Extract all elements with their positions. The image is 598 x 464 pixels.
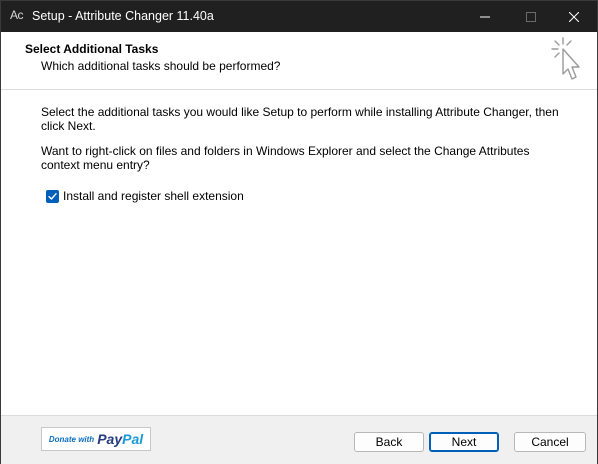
checkmark-icon	[48, 192, 57, 200]
footer-bar: Donate with Pay Pal Back Next Cancel	[1, 416, 597, 464]
header-divider	[1, 89, 597, 90]
shell-extension-checkbox[interactable]	[46, 189, 59, 203]
task-shell-extension[interactable]: Install and register shell extension	[46, 189, 244, 203]
setup-window: Ac Setup - Attribute Changer 11.40a Sele…	[0, 0, 598, 464]
cancel-button[interactable]: Cancel	[514, 432, 586, 452]
paypal-logo-pal: Pal	[122, 431, 144, 447]
maximize-button[interactable]	[508, 1, 554, 32]
cursor-click-icon	[551, 37, 580, 80]
window-title: Setup - Attribute Changer 11.40a	[32, 9, 214, 23]
title-bar[interactable]: Ac Setup - Attribute Changer 11.40a	[1, 1, 597, 32]
question-text: Want to right-click on files and folders…	[41, 144, 530, 172]
intro-text: Select the additional tasks you would li…	[41, 105, 559, 133]
minimize-button[interactable]	[462, 1, 508, 32]
back-button[interactable]: Back	[354, 432, 424, 452]
close-icon	[569, 11, 579, 22]
shell-extension-label[interactable]: Install and register shell extension	[63, 189, 244, 203]
minimize-icon	[480, 16, 490, 17]
close-button[interactable]	[551, 1, 597, 32]
paypal-logo-pay: Pay	[97, 431, 123, 447]
next-button[interactable]: Next	[429, 432, 499, 452]
app-icon: Ac	[10, 8, 24, 22]
page-subtitle: Which additional tasks should be perform…	[41, 59, 281, 73]
maximize-icon	[526, 11, 536, 22]
paypal-donate-text: Donate with	[48, 434, 95, 444]
donate-paypal-button[interactable]: Donate with Pay Pal	[41, 427, 151, 451]
page-title: Select Additional Tasks	[25, 42, 159, 56]
